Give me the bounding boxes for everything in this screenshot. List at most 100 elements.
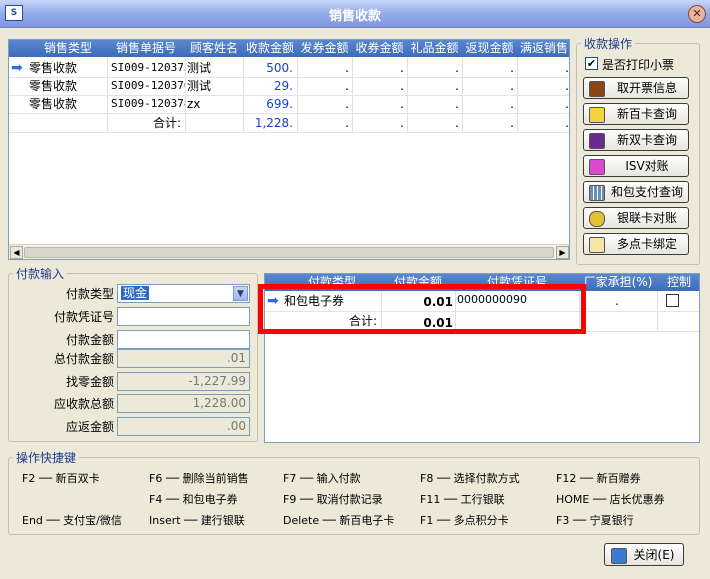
scroll-left-icon[interactable]: ◀ (10, 246, 23, 259)
shortcut-f6: F6 ── 删除当前销售 (149, 472, 249, 485)
cell-type: 零售收款 (29, 79, 78, 93)
hebao-query-button[interactable]: 和包支付查询 (583, 181, 689, 203)
shortcut-f8: F8 ── 选择付款方式 (420, 472, 520, 485)
col-header-vendor[interactable]: 厂家承担(%) (579, 274, 658, 291)
col-header-amount[interactable]: 收款金额 (243, 40, 298, 57)
shortcut-f3: F3 ── 宁夏银行 (556, 514, 634, 527)
window-title: 销售收款 (328, 9, 381, 24)
shortcut-f9: F9 ── 取消付款记录 (283, 493, 383, 506)
change-amount-field: -1,227.99 (117, 372, 250, 391)
total-paid-label: 总付款金额 (53, 352, 114, 366)
col-header-gift[interactable]: 礼品金额 (407, 40, 463, 57)
cell-customer: 测试 (187, 79, 212, 93)
cell-rebate: . (565, 97, 569, 111)
horizontal-scrollbar[interactable]: ◀ ▶ (9, 244, 569, 259)
voucher-no-input[interactable] (117, 307, 250, 326)
total-cashback: . (510, 116, 514, 130)
invoice-info-button[interactable]: 取开票信息 (583, 77, 689, 99)
invoice-icon (589, 81, 605, 97)
col-header-cashback[interactable]: 返现金额 (462, 40, 518, 57)
payment-type-label: 付款类型 (65, 287, 114, 301)
col-header-doc[interactable]: 销售单据号 (107, 40, 186, 57)
change-amount-label: 找零金额 (65, 375, 114, 389)
cell-cashback: . (510, 97, 514, 111)
col-header-type[interactable]: 销售类型 (29, 40, 108, 57)
cell-amount: 500. (266, 61, 293, 75)
cell-issue-coupon: . (345, 97, 349, 111)
dual-card-query-button[interactable]: 新双卡查询 (583, 129, 689, 151)
cell-collect-coupon: . (400, 79, 404, 93)
shortcut-f2: F2 ── 新百双卡 (22, 472, 100, 485)
close-button[interactable]: 关闭(E) (604, 543, 684, 566)
total-paid-field: .01 (117, 349, 250, 368)
col-header-collect-coupon[interactable]: 收券金额 (352, 40, 408, 57)
payment-amount-input[interactable] (117, 330, 250, 349)
cell-collect-coupon: . (400, 97, 404, 111)
col-header-customer[interactable]: 顾客姓名 (185, 40, 244, 57)
cell-customer: zx (187, 97, 201, 111)
payment-type-value: 现金 (121, 286, 150, 300)
payment-amount-label: 付款金额 (65, 333, 114, 347)
print-receipt-label: 是否打印小票 (602, 58, 675, 72)
print-receipt-checkbox[interactable]: ✔ (585, 57, 598, 70)
refund-amount-label: 应返金额 (65, 420, 114, 434)
total-label: 合计: (152, 116, 181, 130)
col-header-control[interactable]: 控制 (657, 274, 699, 291)
cell-issue-coupon: . (345, 61, 349, 75)
payment-type-select[interactable]: 现金 ▼ (117, 284, 250, 303)
cell-gift: . (455, 79, 459, 93)
voucher-no-label: 付款凭证号 (53, 310, 114, 324)
row-header-corner (9, 40, 30, 57)
total-amount: 1,228. (254, 116, 293, 130)
cell-gift: . (455, 97, 459, 111)
bind-card-icon (589, 237, 605, 253)
total-issue-coupon: . (345, 116, 349, 130)
unionpay-reconcile-button[interactable]: 银联卡对账 (583, 207, 689, 229)
control-checkbox[interactable] (666, 294, 679, 307)
cell-rebate: . (565, 61, 569, 75)
unionpay-icon (589, 211, 605, 227)
cell-cashback: . (510, 61, 514, 75)
bind-card-button[interactable]: 多点卡绑定 (583, 233, 689, 255)
card-query-button[interactable]: 新百卡查询 (583, 103, 689, 125)
cell-issue-coupon: . (345, 79, 349, 93)
exit-icon (611, 548, 627, 564)
shortcut-f12: F12 ── 新百赠券 (556, 472, 641, 485)
cell-collect-coupon: . (400, 61, 404, 75)
card-query-icon (589, 107, 605, 123)
shortcut-f1: F1 ── 多点积分卡 (420, 514, 509, 527)
cell-rebate: . (565, 79, 569, 93)
cell-doc: SI009-120376 (111, 79, 185, 92)
total-gift: . (455, 116, 459, 130)
shortcut-insert: Insert ── 建行银联 (149, 514, 245, 527)
col-header-issue-coupon[interactable]: 发券金额 (297, 40, 353, 57)
total-collect-coupon: . (400, 116, 404, 130)
shortcuts-title: 操作快捷键 (13, 449, 80, 466)
close-icon[interactable]: ✕ (688, 5, 706, 23)
cell-doc: SI009-120378 (111, 97, 185, 110)
cell-type: 零售收款 (29, 61, 78, 75)
title-bar: S 销售收款 ✕ (0, 0, 710, 28)
isv-reconcile-button[interactable]: ISV对账 (583, 155, 689, 177)
cell-cashback: . (510, 79, 514, 93)
refund-amount-field: .00 (117, 417, 250, 436)
cell-gift: . (455, 61, 459, 75)
shortcut-f7: F7 ── 输入付款 (283, 472, 361, 485)
chevron-down-icon[interactable]: ▼ (233, 286, 248, 301)
cell-amount: 29. (273, 79, 293, 93)
receivable-total-label: 应收款总额 (53, 397, 114, 411)
col-header-rebate[interactable]: 满返销售 (517, 40, 569, 57)
shortcut-end: End ── 支付宝/微信 (22, 514, 122, 527)
payment-input-title: 付款输入 (13, 265, 68, 282)
scroll-thumb[interactable] (24, 247, 554, 258)
cell-customer: 测试 (187, 61, 212, 75)
sales-table[interactable]: 销售类型 销售单据号 顾客姓名 收款金额 发券金额 收券金额 礼品金额 返现金额… (8, 39, 570, 260)
arrow-right-icon: ➡ (11, 60, 23, 76)
collect-ops-title: 收款操作 (581, 35, 636, 52)
dual-card-icon (589, 133, 605, 149)
shortcut-delete: Delete ── 新百电子卡 (283, 514, 395, 527)
total-rebate: . (565, 116, 569, 130)
shortcut-f4: F4 ── 和包电子券 (149, 493, 238, 506)
cell-type: 零售收款 (29, 97, 78, 111)
scroll-right-icon[interactable]: ▶ (556, 246, 569, 259)
